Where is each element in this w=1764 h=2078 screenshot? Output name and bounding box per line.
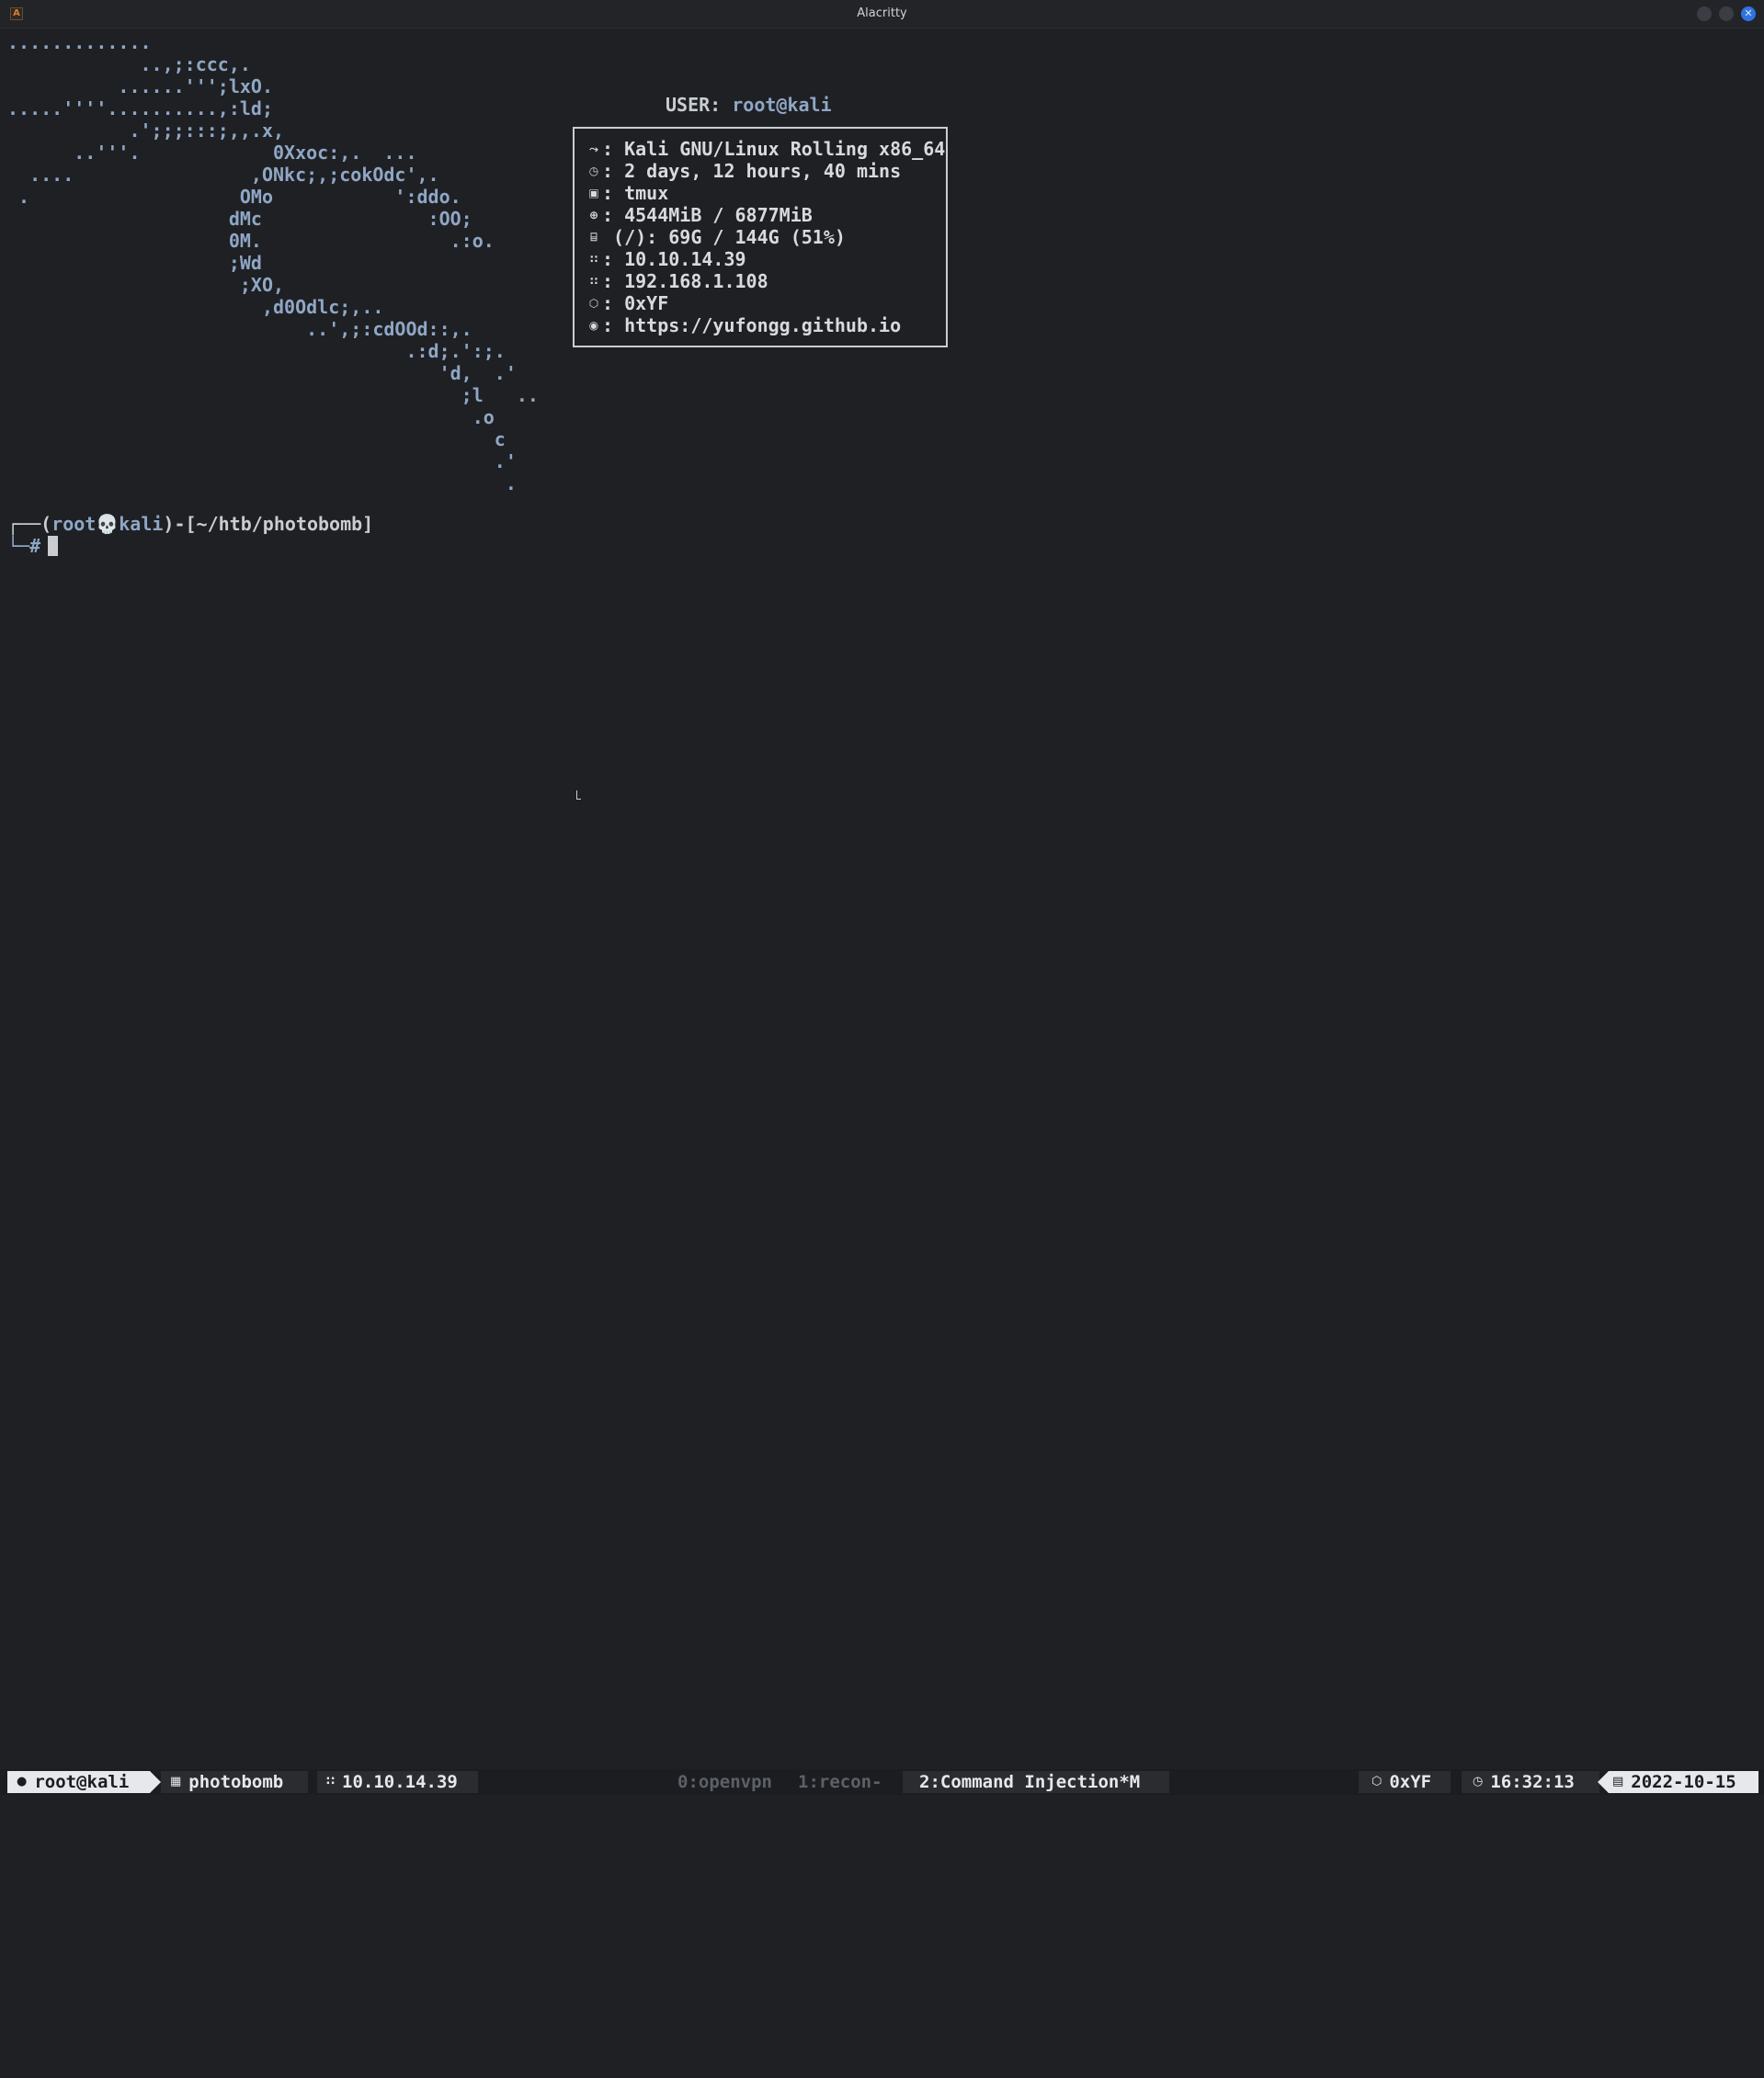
info-row: ◉: https://yufongg.github.io: [587, 314, 945, 336]
info-row-text: : 192.168.1.108: [602, 270, 768, 292]
info-row: ▣: tmux: [587, 182, 945, 204]
info-row: ⬡: 0xYF: [587, 292, 945, 314]
window-title: Alacritty: [857, 6, 907, 20]
status-ip-segment: ∷ 10.10.14.39: [317, 1771, 478, 1793]
mouse-text-cursor-icon: [576, 790, 581, 800]
wifi-icon: ∷: [589, 253, 598, 266]
ascii-line: .';;;:::;,,.x,: [7, 119, 285, 142]
info-row: ⊕: 4544MiB / 6877MiB: [587, 204, 945, 226]
ascii-line: ..'''. 0Xxoc:,. ...: [7, 142, 417, 164]
wifi-icon: ∷: [326, 1775, 336, 1788]
cube-icon: ⬡: [588, 297, 599, 310]
status-time: 16:32:13: [1490, 1772, 1575, 1792]
tmux-window-2-active[interactable]: 2:Command Injection*M: [903, 1771, 1169, 1793]
ascii-line: .............: [7, 31, 152, 53]
terminal-icon: ▣: [588, 187, 599, 199]
info-row: ◷: 2 days, 12 hours, 40 mins: [587, 160, 945, 182]
ascii-line: ;Wd: [7, 252, 262, 274]
disk-icon: ⌸: [590, 231, 597, 244]
info-row-text: : 2 days, 12 hours, 40 mins: [602, 160, 902, 182]
prompt-symbol: └─#: [7, 535, 41, 557]
ascii-line: ;l ..: [7, 384, 539, 406]
maximize-button[interactable]: [1719, 6, 1734, 21]
info-row-text: : tmux: [602, 182, 669, 204]
calendar-icon: ▤: [1612, 1775, 1624, 1788]
ascii-line: ..,;:ccc,.: [7, 53, 251, 75]
info-row-text: (/): 69G / 144G (51%): [602, 226, 846, 248]
ascii-line: .': [7, 450, 517, 472]
clock-icon: ◷: [1473, 1775, 1484, 1788]
prompt-host: kali: [119, 513, 164, 535]
info-row-text: : https://yufongg.github.io: [602, 314, 902, 336]
status-user: root@kali: [34, 1772, 130, 1792]
status-alias: 0xYF: [1389, 1772, 1432, 1792]
ascii-line: c: [7, 428, 506, 450]
user-icon: ●: [17, 1775, 28, 1788]
status-user-segment: ● root@kali: [7, 1771, 161, 1793]
cube-icon: ⬡: [1371, 1775, 1383, 1788]
status-time-segment: ◷ 16:32:13: [1462, 1771, 1599, 1793]
prompt-line-1: ┌──(root💀kali)-[~/htb/photobomb]: [7, 513, 373, 535]
ascii-line: 'd, .': [7, 362, 517, 384]
clock-icon: ◷: [588, 165, 599, 177]
box-top-border: [573, 127, 948, 136]
terminal-area[interactable]: ............. ..,;:ccc,. ......''';lxO. …: [0, 28, 1764, 1769]
ascii-line: .... ,ONkc;,;cokOdc',.: [7, 164, 439, 186]
ascii-line: ;XO,: [7, 274, 285, 296]
ascii-line: .:d;.':;.: [7, 340, 506, 362]
info-row: ⌸ (/): 69G / 144G (51%): [587, 226, 945, 248]
status-ip: 10.10.14.39: [342, 1772, 458, 1792]
neofetch-info-rows: ⤳ : Kali GNU/Linux Rolling x86_64 ◷: 2 day…: [587, 138, 945, 336]
info-row: ∷ : 192.168.1.108: [587, 270, 945, 292]
memory-icon: ⊕: [588, 209, 599, 221]
info-row: ⤳ : Kali GNU/Linux Rolling x86_64: [587, 138, 945, 160]
window-titlebar: A Alacritty ✕: [0, 0, 1764, 28]
tmux-window-1[interactable]: 1:recon-: [798, 1771, 882, 1793]
tmux-status-bar: ● root@kali ▦ photobomb ∷ 10.10.14.39 0:ope…: [0, 1769, 1764, 1795]
ascii-line: .o: [7, 406, 495, 428]
neofetch-user-line: USER: root@kali: [666, 94, 832, 116]
prompt-path: )-[~/htb/photobomb]: [163, 513, 374, 535]
kali-dragon-icon: ⤳: [589, 142, 598, 155]
github-icon: ◉: [588, 319, 599, 332]
ascii-line: ......''';lxO.: [7, 75, 273, 97]
status-session: photobomb: [188, 1772, 284, 1792]
minimize-button[interactable]: [1697, 6, 1712, 21]
wifi-icon: ∷: [589, 275, 598, 288]
neofetch-ascii-logo: ............. ..,;:ccc,. ......''';lxO. …: [7, 31, 539, 494]
info-row-text: : 10.10.14.39: [602, 248, 746, 270]
info-row-text: : Kali GNU/Linux Rolling x86_64: [602, 138, 946, 160]
prompt-frame-start: ┌──(: [7, 513, 52, 535]
user-label: USER:: [666, 94, 733, 116]
prompt-line-2[interactable]: └─#: [7, 535, 59, 557]
ascii-line: . OMo ':ddo.: [7, 186, 461, 208]
tmux-window-0[interactable]: 0:openvpn: [677, 1771, 772, 1793]
status-date-segment: ▤ 2022-10-15: [1598, 1771, 1758, 1793]
info-row: ∷ : 10.10.14.39: [587, 248, 945, 270]
ascii-line: dMc :OO;: [7, 208, 472, 230]
status-alias-segment: ⬡ 0xYF: [1359, 1771, 1451, 1793]
close-button[interactable]: ✕: [1741, 6, 1756, 21]
box-bottom-border: [573, 338, 948, 347]
info-row-text: : 4544MiB / 6877MiB: [602, 204, 813, 226]
ascii-line: .....''''..........,:ld;: [7, 97, 273, 119]
ascii-line: .: [7, 472, 517, 494]
ascii-line: 0M. .:o.: [7, 230, 495, 252]
info-row-text: : 0xYF: [602, 292, 669, 314]
text-cursor: [48, 536, 59, 556]
skull-icon: 💀: [96, 513, 119, 535]
ascii-line: ..',;:cdOOd::,.: [7, 318, 472, 340]
ascii-line: ,d0Odlc;,..: [7, 296, 384, 318]
prompt-user: root: [51, 513, 97, 535]
status-date: 2022-10-15: [1631, 1772, 1736, 1792]
user-value: root@kali: [732, 94, 832, 116]
status-session-segment: ▦ photobomb: [161, 1771, 308, 1793]
grid-icon: ▦: [170, 1775, 182, 1788]
